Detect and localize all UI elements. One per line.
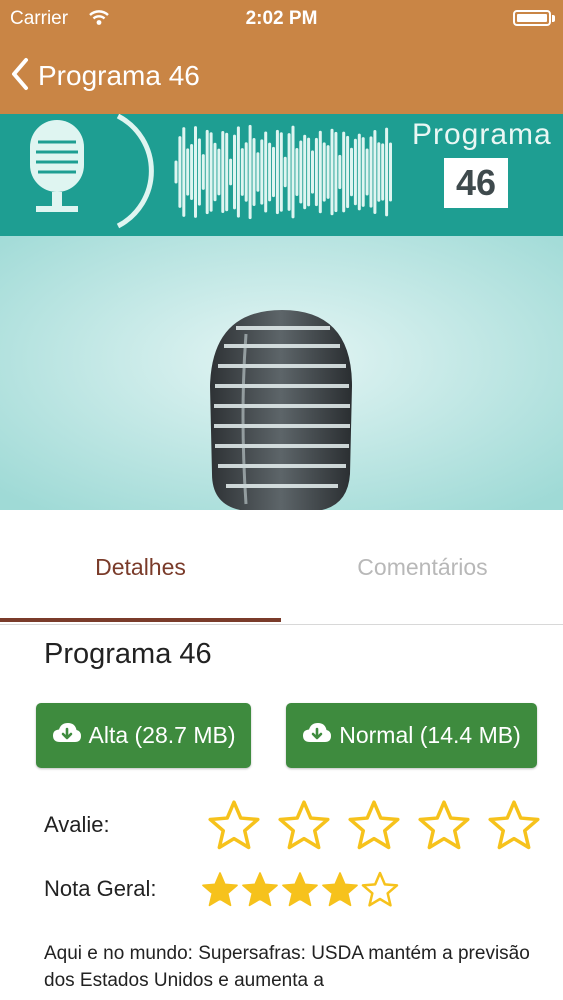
battery-icon [513, 10, 555, 26]
active-tab-indicator [0, 618, 281, 622]
star-filled-icon [280, 870, 320, 910]
star-outline-icon[interactable] [486, 798, 542, 854]
overall-rating-label: Nota Geral: [44, 876, 157, 901]
status-bar: Carrier 2:02 PM [0, 0, 563, 38]
overall-rating-display [200, 870, 400, 910]
tab-comentarios[interactable]: Comentários [282, 510, 563, 624]
episode-cover-image: Programa 46 [0, 114, 563, 510]
star-filled-icon [200, 870, 240, 910]
star-filled-icon [240, 870, 280, 910]
status-time: 2:02 PM [245, 8, 318, 29]
episode-description: Aqui e no mundo: Supersafras: USDA manté… [44, 943, 530, 991]
hero-program-number: 46 [444, 158, 508, 208]
back-button[interactable]: Programa 46 [10, 52, 200, 100]
download-normal-button[interactable]: Normal (14.4 MB) [286, 703, 537, 768]
star-outline-icon [360, 870, 400, 910]
tab-bar: Detalhes Comentários [0, 510, 563, 625]
hero-program-label: Programa [412, 118, 552, 151]
rate-label: Avalie: [44, 812, 110, 837]
cloud-download-icon [302, 722, 339, 750]
download-high-button[interactable]: Alta (28.7 MB) [36, 703, 251, 768]
nav-title: Programa 46 [38, 60, 200, 91]
app-header: Carrier 2:02 PM Programa 46 [0, 0, 563, 114]
nav-bar: Programa 46 [0, 38, 563, 114]
rating-input[interactable] [206, 798, 556, 854]
star-outline-icon[interactable] [346, 798, 402, 854]
chevron-left-icon [10, 57, 30, 96]
episode-title: Programa 46 [44, 638, 212, 670]
cloud-download-icon [52, 722, 89, 750]
download-normal-label: Normal (14.4 MB) [339, 722, 521, 748]
star-outline-icon[interactable] [416, 798, 472, 854]
tab-detalhes[interactable]: Detalhes [0, 510, 281, 624]
microphone-graphic [210, 310, 352, 510]
star-filled-icon [320, 870, 360, 910]
star-outline-icon[interactable] [206, 798, 262, 854]
download-high-label: Alta (28.7 MB) [88, 722, 236, 748]
star-outline-icon[interactable] [276, 798, 332, 854]
